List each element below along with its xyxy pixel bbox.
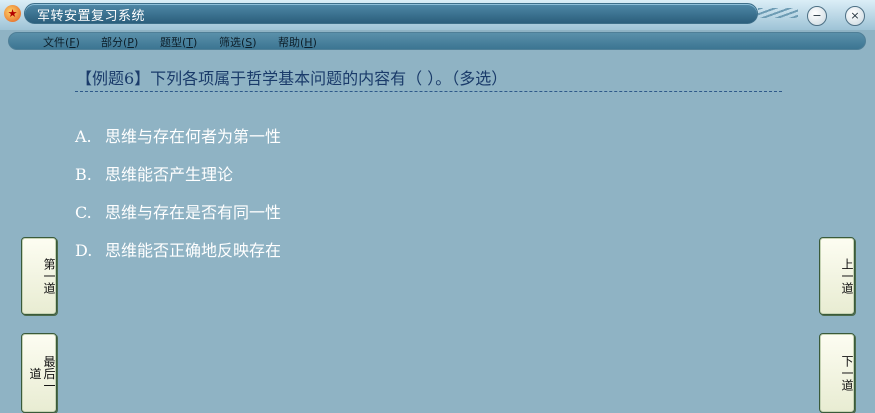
- option-c[interactable]: C. 思维与存在是否有同一性: [75, 199, 281, 223]
- option-text: 思维与存在是否有同一性: [105, 203, 282, 222]
- option-letter: B.: [75, 165, 92, 184]
- option-d[interactable]: D. 思维能否正确地反映存在: [75, 237, 281, 261]
- menu-question-type[interactable]: 题型(T): [160, 34, 197, 50]
- title-pill: 军转安置复习系统: [24, 3, 758, 24]
- close-button[interactable]: ×: [845, 6, 865, 26]
- title-bar: ★ 军转安置复习系统 − ×: [0, 0, 875, 30]
- question-text: 【例题6】下列各项属于哲学基本问题的内容有（ ）。（多选）: [76, 69, 508, 88]
- next-question-label: 下一道: [840, 355, 854, 391]
- menu-help[interactable]: 帮助(H): [278, 34, 317, 50]
- option-text: 思维与存在何者为第一性: [105, 127, 282, 146]
- menu-filter[interactable]: 筛选(S): [219, 34, 257, 50]
- last-question-label: 最后一道: [28, 355, 56, 391]
- first-question-label: 第一道: [42, 258, 56, 294]
- menu-bar: 文件(F) 部分(P) 题型(T) 筛选(S) 帮助(H): [8, 32, 866, 50]
- next-question-button[interactable]: 下一道: [819, 333, 855, 413]
- window-title: 军转安置复习系统: [37, 9, 146, 24]
- minimize-button[interactable]: −: [807, 6, 827, 26]
- option-b[interactable]: B. 思维能否产生理论: [75, 161, 233, 185]
- option-text: 思维能否产生理论: [105, 165, 234, 184]
- question-divider: [75, 91, 782, 92]
- app-emblem-icon: ★: [4, 5, 21, 22]
- menu-part[interactable]: 部分(P): [101, 34, 138, 50]
- title-decoration: [758, 8, 798, 18]
- option-letter: C.: [75, 203, 92, 222]
- previous-question-button[interactable]: 上一道: [819, 237, 855, 315]
- option-text: 思维能否正确地反映存在: [105, 241, 282, 260]
- menu-file[interactable]: 文件(F): [43, 34, 80, 50]
- option-letter: D.: [75, 241, 93, 260]
- first-question-button[interactable]: 第一道: [21, 237, 57, 315]
- last-question-button[interactable]: 最后一道: [21, 333, 57, 413]
- option-a[interactable]: A. 思维与存在何者为第一性: [75, 123, 281, 147]
- previous-question-label: 上一道: [840, 258, 854, 294]
- option-letter: A.: [75, 127, 92, 146]
